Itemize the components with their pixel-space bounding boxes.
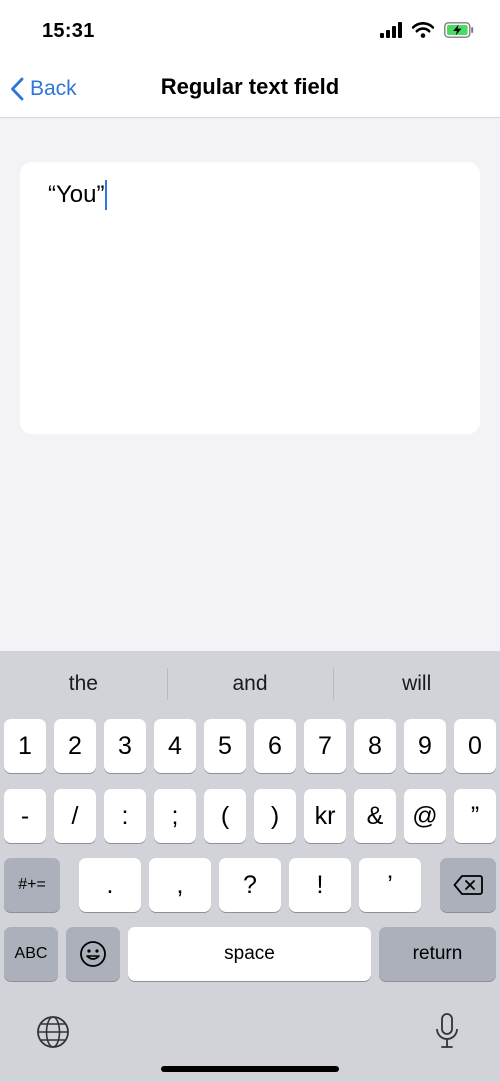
abc-key[interactable]: ABC <box>4 927 58 981</box>
key-currency[interactable]: kr <box>304 789 346 843</box>
return-key[interactable]: return <box>379 927 496 981</box>
emoji-icon <box>80 941 106 967</box>
key-close-paren[interactable]: ) <box>254 789 296 843</box>
status-bar: 15:31 <box>0 0 500 60</box>
emoji-key[interactable] <box>66 927 120 981</box>
key-hyphen[interactable]: - <box>4 789 46 843</box>
globe-button[interactable] <box>34 1013 72 1051</box>
keyboard: the and will 1 2 3 4 5 6 7 8 9 0 - / : ;… <box>0 651 500 1082</box>
key-colon[interactable]: : <box>104 789 146 843</box>
cellular-signal-icon <box>380 22 402 38</box>
key-open-paren[interactable]: ( <box>204 789 246 843</box>
text-field[interactable]: “You” <box>20 162 480 434</box>
key-ampersand[interactable]: & <box>354 789 396 843</box>
globe-icon <box>37 1016 69 1048</box>
key-7[interactable]: 7 <box>304 719 346 773</box>
key-question[interactable]: ? <box>219 858 281 912</box>
wifi-icon <box>412 22 434 38</box>
key-0[interactable]: 0 <box>454 719 496 773</box>
key-2[interactable]: 2 <box>54 719 96 773</box>
key-exclamation[interactable]: ! <box>289 858 351 912</box>
microphone-icon <box>436 1013 458 1048</box>
key-8[interactable]: 8 <box>354 719 396 773</box>
status-icons <box>380 22 474 38</box>
suggestion-item[interactable]: will <box>333 651 500 717</box>
key-6[interactable]: 6 <box>254 719 296 773</box>
suggestion-item[interactable]: the <box>0 651 167 717</box>
key-at[interactable]: @ <box>404 789 446 843</box>
key-more-symbols[interactable]: #+= <box>4 858 60 912</box>
key-4[interactable]: 4 <box>154 719 196 773</box>
home-indicator <box>161 1066 339 1072</box>
key-9[interactable]: 9 <box>404 719 446 773</box>
status-time: 15:31 <box>42 20 95 42</box>
text-field-content[interactable]: “You” <box>48 180 108 210</box>
key-slash[interactable]: / <box>54 789 96 843</box>
delete-backspace-icon <box>453 875 483 895</box>
suggestion-item[interactable]: and <box>166 651 334 717</box>
dictation-button[interactable] <box>428 1011 466 1051</box>
key-period[interactable]: . <box>79 858 141 912</box>
text-cursor <box>105 180 108 210</box>
key-3[interactable]: 3 <box>104 719 146 773</box>
key-apostrophe[interactable]: ’ <box>359 858 421 912</box>
key-comma[interactable]: , <box>149 858 211 912</box>
text-field-value: “You” <box>48 181 105 208</box>
page-title: Regular text field <box>160 74 340 99</box>
navigation-bar: Back Regular text field <box>0 60 500 118</box>
key-semicolon[interactable]: ; <box>154 789 196 843</box>
key-5[interactable]: 5 <box>204 719 246 773</box>
space-key[interactable]: space <box>128 927 371 981</box>
battery-charging-icon <box>444 22 474 38</box>
key-quote[interactable]: ” <box>454 789 496 843</box>
predictive-suggestions: the and will <box>0 651 500 717</box>
delete-key[interactable] <box>440 858 496 912</box>
key-1[interactable]: 1 <box>4 719 46 773</box>
